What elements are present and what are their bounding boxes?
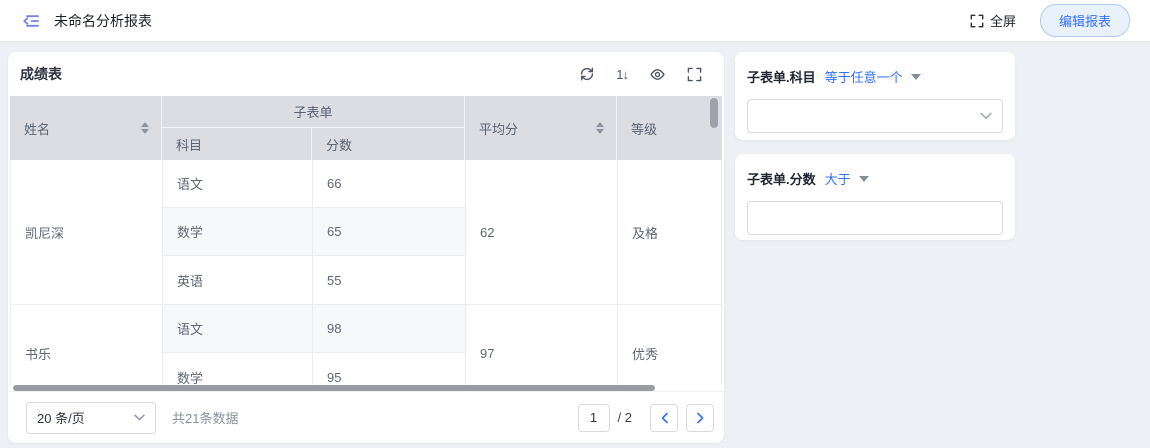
chevron-down-icon [980, 112, 992, 120]
sort-icon[interactable]: 1↓ [616, 67, 628, 82]
filter-field-label: 子表单.分数 [747, 169, 816, 188]
cell-subject: 语文 [163, 160, 313, 208]
sort-carets-average-icon[interactable] [596, 122, 604, 134]
panel-title: 成绩表 [20, 64, 62, 84]
page-title: 未命名分析报表 [54, 11, 152, 31]
cell-grade: 优秀 [618, 305, 722, 385]
back-icon[interactable] [22, 12, 40, 30]
total-count: 共21条数据 [172, 408, 238, 427]
cell-average: 97 [466, 305, 618, 385]
page-size-select[interactable]: 20 条/页 [26, 402, 156, 434]
cell-grade: 及格 [618, 160, 722, 304]
score-table-panel: 成绩表 1↓ [8, 52, 724, 443]
horizontal-scrollbar-track [10, 385, 722, 391]
refresh-icon[interactable] [579, 66, 595, 82]
eye-icon[interactable] [649, 66, 666, 83]
triangle-down-icon[interactable] [859, 176, 869, 182]
cell-score: 98 [313, 305, 466, 353]
fullscreen-icon [970, 14, 984, 28]
page-total: / 2 [618, 410, 632, 425]
filter-subject-select[interactable] [747, 99, 1003, 133]
cell-name: 书乐 [11, 305, 163, 385]
chevron-left-icon [660, 412, 669, 424]
topbar-right: 全屏 编辑报表 [970, 4, 1130, 37]
table-row-group: 书乐 语文 98 数学 95 97 优秀 [10, 305, 722, 385]
cell-subject: 英语 [163, 256, 313, 304]
column-header-name: 姓名 [10, 96, 162, 160]
topbar: 未命名分析报表 全屏 编辑报表 [0, 0, 1150, 42]
cell-subject: 语文 [163, 305, 313, 353]
score-table: 姓名 子表单 科目 分数 平均分 等级 凯尼深 语文 66 数学 65 英语 [10, 96, 722, 385]
cell-score: 66 [313, 160, 466, 208]
cell-subject: 数学 [163, 353, 313, 385]
table-header: 姓名 子表单 科目 分数 平均分 等级 [10, 96, 722, 160]
filter-field-label: 子表单.科目 [747, 67, 816, 86]
report-page: 未命名分析报表 全屏 编辑报表 成绩表 [0, 0, 1150, 448]
cell-average: 62 [466, 160, 618, 304]
fullscreen-button[interactable]: 全屏 [970, 11, 1016, 30]
cell-score: 65 [313, 208, 466, 256]
panel-toolbar: 1↓ [579, 66, 702, 83]
edit-report-button[interactable]: 编辑报表 [1040, 4, 1130, 37]
cell-score: 55 [313, 256, 466, 304]
filter-card-score: 子表单.分数 大于 [735, 154, 1015, 240]
chevron-down-icon [134, 414, 145, 421]
pagination-bar: 20 条/页 共21条数据 / 2 [8, 391, 724, 443]
column-header-average: 平均分 [465, 96, 617, 160]
prev-page-button[interactable] [650, 404, 678, 432]
triangle-down-icon[interactable] [911, 74, 921, 80]
vertical-scrollbar[interactable] [710, 98, 718, 128]
panel-header: 成绩表 1↓ [8, 52, 724, 96]
column-header-subform: 子表单 [162, 96, 465, 128]
pager: / 2 [578, 404, 714, 432]
cell-name: 凯尼深 [11, 160, 163, 304]
panel-fullscreen-icon[interactable] [687, 67, 702, 82]
column-header-subject: 科目 [162, 128, 312, 160]
sort-carets-name-icon[interactable] [141, 122, 149, 134]
column-header-score: 分数 [312, 128, 465, 160]
filter-label-row: 子表单.科目 等于任意一个 [747, 67, 1003, 86]
filter-card-subject: 子表单.科目 等于任意一个 [735, 52, 1015, 140]
page-number-input[interactable] [578, 404, 610, 432]
cell-subject: 数学 [163, 208, 313, 256]
column-header-grade: 等级 [617, 96, 722, 160]
next-page-button[interactable] [686, 404, 714, 432]
topbar-left: 未命名分析报表 [22, 11, 152, 31]
table-row-group: 凯尼深 语文 66 数学 65 英语 55 62 及格 [10, 160, 722, 305]
filter-operator[interactable]: 等于任意一个 [825, 67, 903, 86]
fullscreen-label: 全屏 [990, 11, 1016, 30]
filter-operator[interactable]: 大于 [825, 169, 851, 188]
page-size-value: 20 条/页 [37, 408, 85, 427]
filter-label-row: 子表单.分数 大于 [747, 169, 1003, 188]
filter-score-input[interactable] [747, 201, 1003, 235]
horizontal-scrollbar[interactable] [13, 385, 655, 391]
chevron-right-icon [696, 412, 705, 424]
cell-score: 95 [313, 353, 466, 385]
